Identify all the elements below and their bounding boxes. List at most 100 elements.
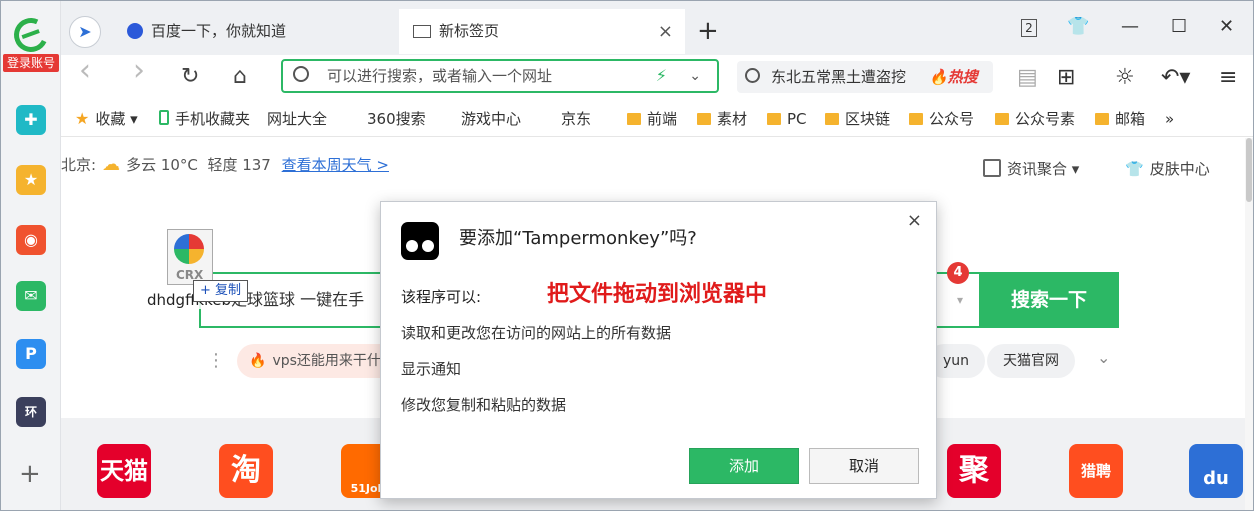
bookmark-360-search[interactable]: 360搜索	[367, 101, 438, 252]
phone-icon	[159, 110, 169, 125]
search-input-text: 足球篮球 一键在手	[231, 290, 365, 309]
permission-item: 修改您复制和粘贴的数据	[401, 396, 567, 414]
bookmark-label: »	[1165, 110, 1175, 128]
hot-topic-label: vps还能用来干什	[272, 353, 381, 369]
undo-icon[interactable]: ↶▾	[1161, 65, 1190, 91]
chrome-extension-icon	[174, 234, 204, 264]
folder-icon	[825, 113, 839, 125]
cloudy-icon: ☁	[102, 154, 121, 175]
maximize-button[interactable]: ☐	[1171, 15, 1187, 39]
bookmark-label: 手机收藏夹	[175, 110, 251, 128]
folder-icon	[1095, 113, 1109, 125]
skin-center-button[interactable]: 👕 皮肤中心	[1125, 158, 1210, 179]
media-icon[interactable]: ▤	[1017, 65, 1038, 91]
weibo-icon[interactable]: ◉	[16, 225, 46, 255]
back-button[interactable]: ‹	[79, 56, 91, 86]
browser-logo-icon[interactable]	[9, 13, 53, 57]
site-taobao[interactable]: 淘	[219, 444, 273, 498]
dialog-title: 要添加“Tampermonkey”吗?	[459, 228, 697, 249]
bookmark-label: 360搜索	[367, 110, 426, 128]
site-tmall[interactable]: 天猫	[97, 444, 151, 498]
navigate-icon[interactable]: ➤	[69, 16, 101, 48]
site-ju[interactable]: 聚	[947, 444, 1001, 498]
minimize-button[interactable]: —	[1121, 15, 1139, 39]
folder-icon	[697, 113, 711, 125]
chevron-down-icon[interactable]: ⌄	[689, 61, 701, 91]
weather-desc: 多云 10°C	[126, 156, 198, 174]
sidebar-add-icon[interactable]: +	[19, 459, 41, 489]
search-button[interactable]: 搜索一下	[979, 272, 1119, 328]
menu-icon[interactable]: ≡	[1219, 65, 1237, 91]
folder-icon	[909, 113, 923, 125]
lightning-icon[interactable]: ⚡	[656, 61, 667, 91]
copy-cursor-badge: + 复制	[193, 280, 249, 302]
tampermonkey-logo-icon	[401, 222, 439, 260]
new-tab-button[interactable]: +	[697, 9, 719, 54]
bookmark-label: 公众号	[929, 110, 975, 128]
mail-icon[interactable]: ✉	[16, 281, 46, 311]
bookmark-folder-official-account-assets[interactable]: 公众号素	[995, 101, 1075, 137]
scrollbar-thumb[interactable]	[1246, 138, 1252, 202]
bookmark-mobile[interactable]: 手机收藏夹	[159, 101, 250, 137]
bookmark-label: 京东	[561, 110, 592, 128]
forward-button[interactable]: ›	[133, 56, 145, 86]
site-baidu[interactable]: du	[1189, 444, 1243, 498]
home-button[interactable]: ⌂	[233, 63, 247, 91]
bookmark-folder-pc[interactable]: PC	[767, 101, 807, 137]
page-scrollbar[interactable]	[1245, 138, 1253, 510]
bookmark-folder-official-account[interactable]: 公众号	[909, 101, 974, 137]
address-placeholder: 可以进行搜索，或者输入一个网址	[327, 67, 553, 85]
bookmark-folder-assets[interactable]: 素材	[697, 101, 747, 137]
skin-label: 皮肤中心	[1149, 160, 1210, 178]
news-aggregation-button[interactable]: 资讯聚合 ▾	[983, 158, 1079, 179]
brightness-icon[interactable]: ☼	[1115, 65, 1135, 91]
address-bar[interactable]: 可以进行搜索，或者输入一个网址 ⚡ ⌄	[281, 59, 719, 93]
bookmark-jd[interactable]: 京东	[561, 101, 632, 252]
sidebar-app-1-icon[interactable]: ✚	[16, 105, 46, 135]
left-sidebar: 登录账号 ✚ ★ ◉ ✉ P 环 +	[1, 1, 61, 510]
apps-grid-icon[interactable]: ⊞	[1057, 65, 1075, 91]
tab-baidu[interactable]: 百度一下，你就知道	[119, 9, 399, 54]
sidebar-app-2-icon[interactable]: ★	[16, 165, 46, 195]
bookmark-game-center[interactable]: 游戏中心	[461, 101, 532, 252]
dialog-close-icon[interactable]: ×	[907, 210, 922, 231]
folder-icon	[627, 113, 641, 125]
flame-icon: 🔥	[249, 353, 267, 369]
tab-count-icon[interactable]: 2	[1021, 15, 1037, 39]
bookmark-folder-blockchain[interactable]: 区块链	[825, 101, 890, 137]
tab-close-icon[interactable]: ×	[658, 9, 673, 54]
bookmark-url-directory[interactable]: 网址大全	[267, 101, 338, 252]
weather-week-link[interactable]: 查看本周天气 >	[282, 156, 389, 174]
more-icon[interactable]: ⋮	[207, 350, 225, 371]
bookmarks-overflow-button[interactable]: »	[1165, 101, 1174, 137]
hot-search-box[interactable]: 东北五常黑土遭盗挖 🔥热搜	[737, 61, 993, 93]
login-button[interactable]: 登录账号	[3, 54, 59, 72]
close-window-button[interactable]: ✕	[1219, 15, 1234, 39]
sidebar-app-6-icon[interactable]: 环	[16, 397, 46, 427]
bookmark-label: 收藏 ▾	[95, 110, 138, 128]
site-liepin[interactable]: 猎聘	[1069, 444, 1123, 498]
add-button[interactable]: 添加	[689, 448, 799, 484]
bookmark-favorites[interactable]: ★ 收藏 ▾	[75, 101, 138, 137]
weather-widget: 北京: ☁ 多云 10°C 轻度 137 查看本周天气 >	[61, 154, 389, 175]
tab-new-tab[interactable]: 新标签页 ×	[399, 9, 685, 54]
bookmark-folder-frontend[interactable]: 前端	[627, 101, 677, 137]
notification-badge: 4	[947, 262, 969, 284]
dragged-crx-file-icon[interactable]: CRX	[167, 229, 213, 285]
add-extension-dialog: 要添加“Tampermonkey”吗? × 该程序可以: 把文件拖动到浏览器中 …	[380, 201, 937, 499]
chevron-down-icon[interactable]: ⌄	[1097, 348, 1110, 367]
bookmark-label: 邮箱	[1115, 110, 1146, 128]
suggestion-pill[interactable]: 天猫官网	[987, 344, 1075, 378]
reload-button[interactable]: ↻	[181, 63, 199, 91]
tab-label: 新标签页	[439, 22, 500, 40]
browser-window: 登录账号 ✚ ★ ◉ ✉ P 环 + ➤ 百度一下，你就知道 新标签页 × + …	[0, 0, 1254, 511]
cancel-button[interactable]: 取消	[809, 448, 919, 484]
permission-item: 显示通知	[401, 360, 462, 378]
skin-shirt-icon[interactable]: 👕	[1067, 15, 1089, 39]
sidebar-app-5-icon[interactable]: P	[16, 339, 46, 369]
drag-hint-annotation: 把文件拖动到浏览器中	[547, 282, 768, 307]
bookmark-folder-mail[interactable]: 邮箱	[1095, 101, 1145, 137]
weather-aqi: 轻度 137	[207, 156, 271, 174]
folder-icon	[767, 113, 781, 125]
hot-search-query: 东北五常黑土遭盗挖	[771, 68, 907, 86]
